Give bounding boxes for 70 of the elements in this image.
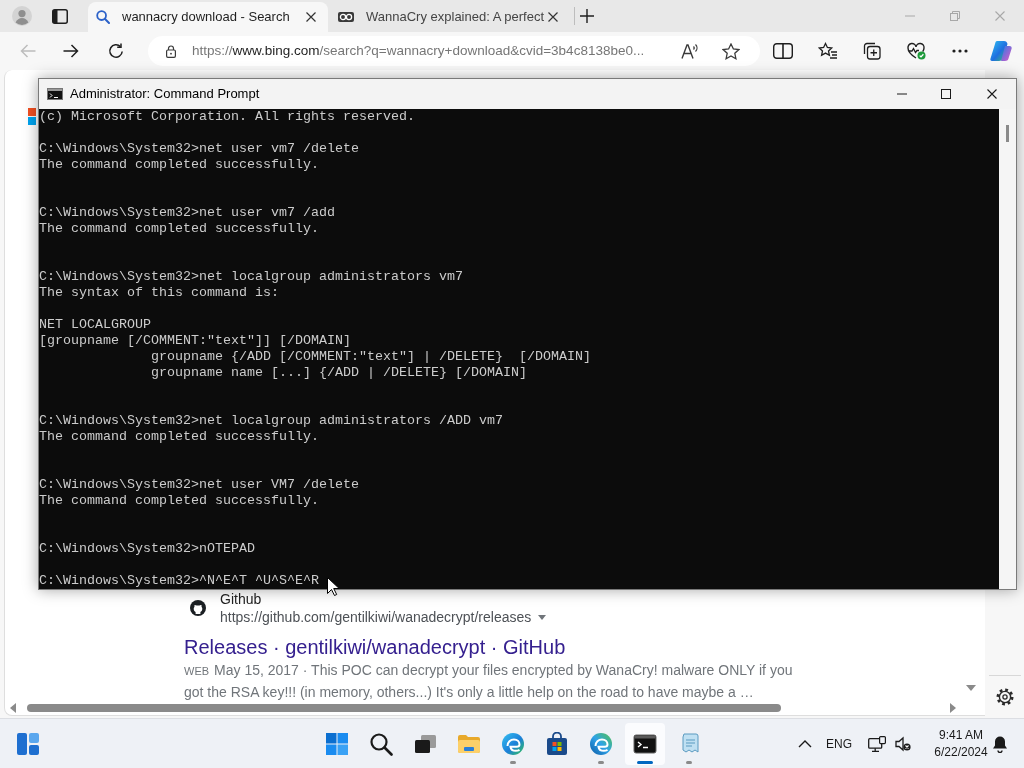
clock-date[interactable]: 6/22/2024 <box>931 743 991 761</box>
favorites-icon[interactable] <box>818 42 838 60</box>
console-line: groupname {/ADD [/COMMENT:"text"] | /DELETE} [/DOMAIN] <box>149 349 591 365</box>
console-line: The command completed successfully. <box>39 157 319 173</box>
close-icon[interactable] <box>306 12 316 22</box>
start-icon[interactable] <box>325 731 349 756</box>
browser-icon[interactable] <box>501 731 525 756</box>
console-line: [groupname [/COMMENT:"text"]] [/DOMAIN] <box>39 333 351 349</box>
split-screen-icon[interactable] <box>773 43 793 59</box>
copilot-icon[interactable] <box>990 40 1012 62</box>
widgets-icon[interactable] <box>16 731 40 756</box>
scroll-down-arrow-icon[interactable] <box>966 685 976 691</box>
maximize-icon[interactable] <box>941 89 951 99</box>
monitor-icon[interactable] <box>868 735 886 752</box>
more-icon[interactable] <box>952 49 968 53</box>
browser-icon[interactable] <box>589 731 613 756</box>
scroll-left-arrow-icon[interactable] <box>10 703 16 713</box>
heart-pulse-icon[interactable] <box>906 42 926 60</box>
clock-time[interactable]: 9:41 AM <box>931 726 991 744</box>
language-indicator[interactable]: ENG <box>826 734 852 753</box>
close-icon[interactable] <box>548 12 558 22</box>
site-name: Github <box>220 590 263 608</box>
refresh-icon[interactable] <box>108 43 124 59</box>
window-title: Administrator: Command Prompt <box>70 85 260 104</box>
console-line: NET LOCALGROUP <box>39 317 151 333</box>
console-line: The command completed successfully. <box>39 493 319 509</box>
scroll-right-arrow-icon[interactable] <box>950 703 956 713</box>
terminal-icon <box>47 88 63 100</box>
read-aloud-icon[interactable] <box>681 43 699 59</box>
site-logo-icon[interactable] <box>190 600 206 616</box>
search-icon <box>96 10 110 24</box>
browser-tab[interactable]: WannaCry explained: A perfect <box>330 2 570 32</box>
console-line: C:\Windows\System32>net user vm7 /add <box>39 205 335 221</box>
browser-tab[interactable]: wannacry download - Search <box>88 2 328 32</box>
scrollbar-thumb[interactable] <box>1006 125 1009 142</box>
chevron-up-icon[interactable] <box>798 739 812 748</box>
console-line: groupname name [...] {/ADD | /DELETE} [/DOMAIN] <box>149 365 527 381</box>
collections-icon[interactable] <box>863 42 881 60</box>
console-line: The syntax of this command is: <box>39 285 279 301</box>
speaker-muted-icon[interactable] <box>895 735 911 752</box>
address-bar[interactable]: https://www.bing.com/search?q=wannacry+download&cvid=3b4c8138be0... <box>148 36 760 66</box>
console-line: The command completed successfully. <box>39 429 319 445</box>
caret-down-icon[interactable] <box>538 614 547 620</box>
shopping-bag-icon[interactable] <box>545 731 569 756</box>
console-line: C:\Windows\System32>net localgroup administrators vm7 <box>39 269 463 285</box>
console-line: C:\Windows\System32>^N^E^T ^U^S^E^R <box>39 573 319 589</box>
console-line: C:\Windows\System32>net user VM7 /delete <box>39 477 359 493</box>
settings-icon[interactable] <box>995 688 1014 706</box>
forward-arrow-icon[interactable] <box>63 44 79 58</box>
site-favicon-icon <box>338 12 354 22</box>
avatar-icon[interactable] <box>12 6 32 26</box>
result-snippet: WEB May 15, 2017 · This POC can decrypt your files encrypted by WanaCry! malware ONLY if you got the RSA key!!! (in memory, others...) It's only a little help on the road to have maybe a … <box>184 661 794 701</box>
taskbar-button[interactable] <box>625 722 665 765</box>
result-url[interactable]: https://github.com/gentilkiwi/wanadecrypt/releases <box>220 608 532 626</box>
console-line: C:\Windows\System32>net user vm7 /delete <box>39 141 359 157</box>
console-line: C:\Windows\System32>net localgroup administrators /ADD vm7 <box>39 413 503 429</box>
tab-panel-icon[interactable] <box>52 8 68 24</box>
console-line: C:\Windows\System32>nOTEPAD <box>39 541 255 557</box>
plus-icon[interactable] <box>580 9 594 23</box>
close-icon[interactable] <box>987 89 997 99</box>
terminal-icon[interactable] <box>633 731 657 756</box>
logo-icon <box>28 108 37 125</box>
result-title-link[interactable]: Releases · gentilkiwi/wanadecrypt · GitHub <box>184 634 802 660</box>
scrollbar-thumb[interactable] <box>27 704 781 712</box>
console-line: The command completed successfully. <box>39 221 319 237</box>
lock-icon[interactable] <box>166 44 176 58</box>
bell-icon[interactable] <box>992 734 1008 753</box>
console-line: (c) Microsoft Corporation. All rights reserved. <box>39 109 415 125</box>
search-icon[interactable] <box>369 731 393 756</box>
star-icon[interactable] <box>722 42 740 60</box>
